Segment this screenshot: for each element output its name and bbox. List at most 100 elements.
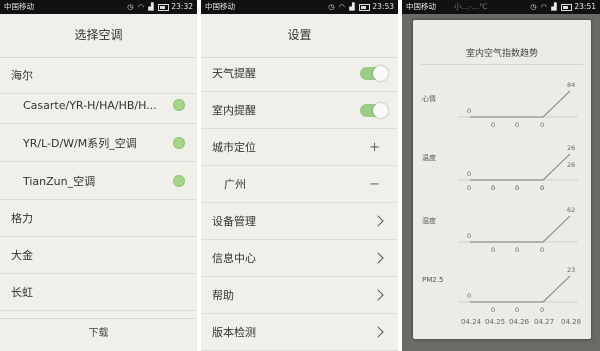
data-label: 0	[515, 121, 519, 129]
data-label-secondary: 26	[567, 161, 575, 169]
data-label: 0	[491, 306, 495, 314]
air-conditioner-selection-screen: 中国移动 ◷ ◠ ▟ 23:32 选择空调 海尔 Casarte/YR-H/HA…	[0, 0, 197, 351]
data-label: 0	[467, 292, 471, 300]
data-label: 84	[567, 81, 575, 89]
data-label: 0	[515, 246, 519, 254]
setting-label: 信息中心	[212, 252, 256, 265]
chevron-right-icon	[372, 215, 384, 227]
brand-label: 格力	[11, 212, 33, 225]
signal-icon: ▟	[148, 3, 154, 11]
model-label: TianZun_空调	[23, 175, 96, 188]
wifi-icon: ◠	[540, 3, 547, 11]
add-city-icon[interactable]: +	[369, 129, 380, 166]
battery-icon	[157, 3, 169, 11]
x-tick-label: 04.25	[485, 318, 505, 326]
remove-city-icon[interactable]: −	[369, 166, 380, 203]
page-title: 选择空调	[0, 14, 197, 58]
settings-screen: 中国移动 ◷ ◠ ▟ 23:53 设置 天气提醒 室内提醒 城市定位 + 广州 …	[201, 0, 398, 351]
model-label: YR/L-D/W/M系列_空调	[23, 137, 137, 150]
brand-row-changhong[interactable]: 长虹	[0, 274, 197, 311]
setting-city-location: 城市定位 +	[201, 129, 398, 166]
wifi-icon: ◠	[137, 3, 144, 11]
brand-row-daikin[interactable]: 大金	[0, 237, 197, 274]
setting-label: 设备管理	[212, 215, 256, 228]
status-bar: 中国移动 ◷ ◠ ▟ 23:32	[0, 0, 197, 14]
data-label-secondary: 0	[515, 184, 519, 192]
clock: 23:53	[372, 2, 394, 11]
available-indicator-icon	[173, 137, 185, 149]
status-bar: 中国移动 小…-…℃ ◷ ◠ ▟ 23:51	[402, 0, 600, 14]
data-label: 0	[515, 306, 519, 314]
status-bar: 中国移动 ◷ ◠ ▟ 23:53	[201, 0, 398, 14]
available-indicator-icon	[173, 175, 185, 187]
city-row-guangzhou: 广州 −	[201, 166, 398, 203]
data-label: 0	[467, 232, 471, 240]
setting-label: 室内提醒	[212, 104, 256, 117]
data-label: 0	[467, 107, 471, 115]
setting-indoor-alert: 室内提醒	[201, 92, 398, 129]
series-line	[470, 90, 571, 118]
data-label-secondary: 0	[540, 184, 544, 192]
chevron-right-icon	[372, 252, 384, 264]
carrier-label: 中国移动	[4, 2, 34, 11]
trend-chart: 心情00 0 084温度00 0 0260 0 0 026湿度00 0 062PM2.500 0 02…	[422, 81, 581, 326]
weather-alert-toggle[interactable]	[360, 66, 388, 81]
chevron-right-icon	[372, 289, 384, 301]
setting-version-check[interactable]: 版本检测	[201, 314, 398, 351]
data-label-secondary: 0	[491, 184, 495, 192]
data-label: 62	[567, 206, 575, 214]
setting-label: 城市定位	[212, 141, 256, 154]
download-button[interactable]: 下载	[0, 318, 197, 351]
data-label: 0	[491, 246, 495, 254]
setting-label: 版本检测	[212, 326, 256, 339]
x-tick-label: 04.26	[509, 318, 530, 326]
city-label: 广州	[224, 178, 246, 191]
setting-weather-alert: 天气提醒	[201, 55, 398, 92]
series-label: 湿度	[422, 216, 436, 225]
status-icons: ◷ ◠ ▟ 23:32	[125, 0, 193, 14]
carrier-label: 中国移动	[205, 2, 235, 11]
carrier-label: 中国移动	[406, 2, 436, 11]
model-row-yr-ldwm[interactable]: YR/L-D/W/M系列_空调	[0, 125, 197, 162]
x-tick-label: 04.27	[534, 318, 554, 326]
series-label: PM2.5	[422, 276, 443, 284]
x-tick-label: 04.28	[561, 318, 581, 326]
signal-icon: ▟	[551, 3, 557, 11]
clock: 23:32	[171, 2, 193, 11]
data-label: 0	[540, 246, 544, 254]
series-label: 心情	[422, 94, 436, 103]
trend-screen: 中国移动 小…-…℃ ◷ ◠ ▟ 23:51 室内空气指数趋势 心情 0 0 0 0 84…	[402, 0, 600, 351]
data-label: 0	[467, 170, 471, 178]
battery-icon	[560, 3, 572, 11]
data-label-secondary: 0	[467, 184, 471, 192]
series-line	[470, 153, 571, 181]
faded-weather-text: 小…-…℃	[454, 2, 488, 11]
data-label: 23	[567, 266, 575, 274]
indoor-alert-toggle[interactable]	[360, 103, 388, 118]
status-icons: ◷ ◠ ▟ 23:51	[528, 0, 596, 14]
model-label: Casarte/YR-H/HA/HB/H...	[23, 99, 157, 112]
data-label: 26	[567, 144, 575, 152]
setting-label: 帮助	[212, 289, 234, 302]
data-label: 0	[491, 121, 495, 129]
series-line	[470, 215, 571, 243]
alarm-icon: ◷	[328, 3, 335, 11]
chevron-right-icon	[372, 326, 384, 338]
trend-card: 室内空气指数趋势 心情 0 0 0 0 84 温度 0 0 0 0 26 0 0 0 0 26 湿度 0 0 0 0 62 P…	[413, 20, 591, 339]
wifi-icon: ◠	[338, 3, 345, 11]
setting-help[interactable]: 帮助	[201, 277, 398, 314]
brand-row-gree[interactable]: 格力	[0, 200, 197, 237]
series-line	[470, 275, 571, 303]
setting-message-center[interactable]: 信息中心	[201, 240, 398, 277]
data-label: 0	[540, 121, 544, 129]
status-icons: ◷ ◠ ▟ 23:53	[326, 0, 394, 14]
clock: 23:51	[574, 2, 596, 11]
page-title: 设置	[201, 14, 398, 58]
setting-device-management[interactable]: 设备管理	[201, 203, 398, 240]
signal-icon: ▟	[349, 3, 355, 11]
brand-label: 长虹	[11, 286, 33, 299]
model-row-casarte[interactable]: Casarte/YR-H/HA/HB/H...	[0, 87, 197, 124]
model-row-tianzun[interactable]: TianZun_空调	[0, 163, 197, 200]
alarm-icon: ◷	[127, 3, 134, 11]
alarm-icon: ◷	[530, 3, 537, 11]
